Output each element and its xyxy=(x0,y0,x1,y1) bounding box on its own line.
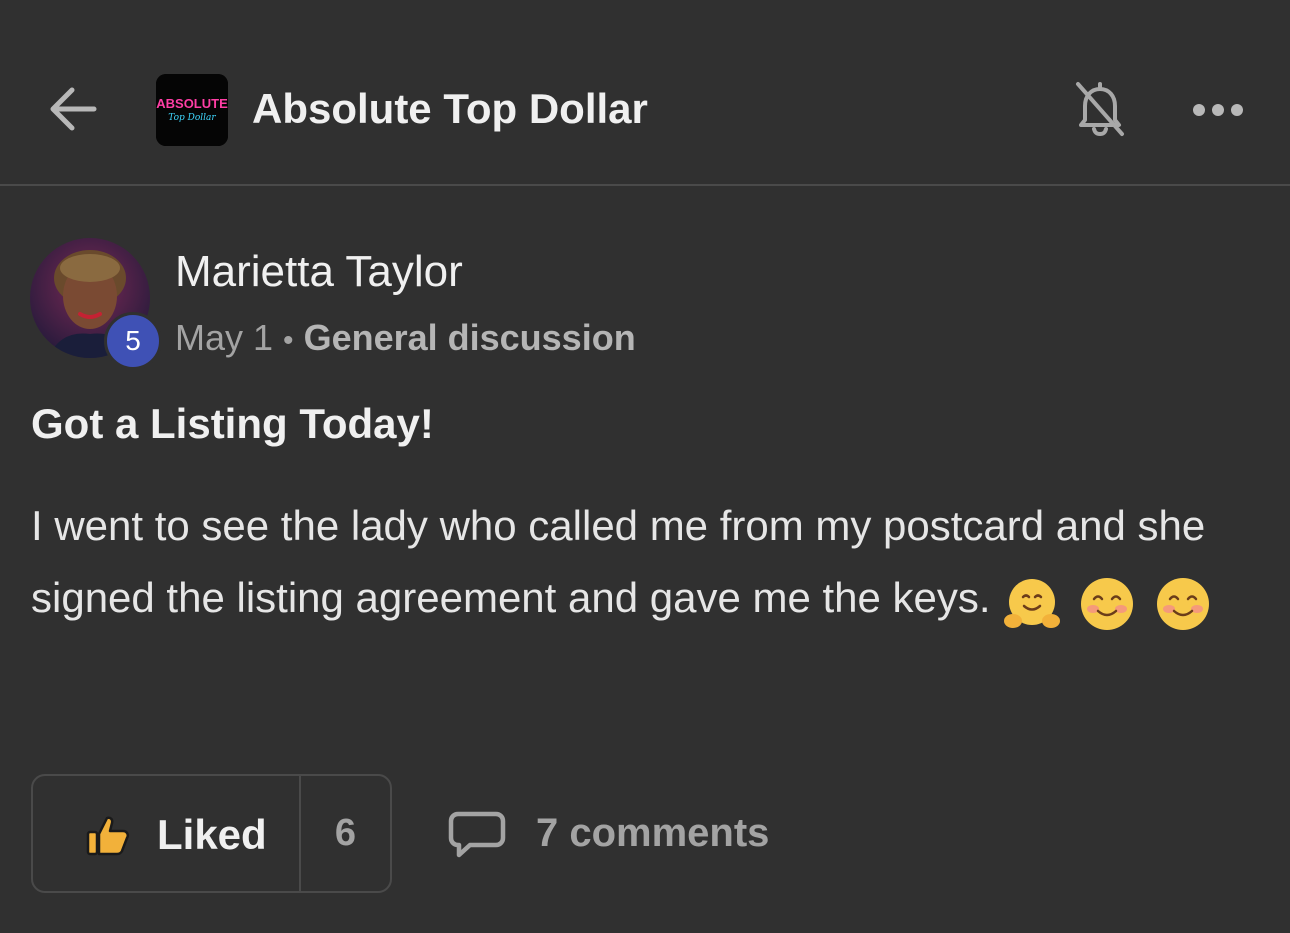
more-horizontal-icon xyxy=(1193,104,1243,116)
post-date: May 1 xyxy=(175,317,274,358)
smiling-face-emoji xyxy=(1081,577,1134,630)
comment-bubble-icon xyxy=(448,811,506,858)
level-badge: 5 xyxy=(104,312,162,370)
group-logo[interactable]: ABSOLUTE Top Dollar xyxy=(156,74,228,146)
arrow-left-icon xyxy=(50,87,97,131)
group-title[interactable]: Absolute Top Dollar xyxy=(252,84,648,134)
post-body: I went to see the lady who called me fro… xyxy=(31,490,1251,637)
like-label: Liked xyxy=(157,811,267,858)
comments-label: 7 comments xyxy=(536,811,770,855)
group-logo-image: ABSOLUTE Top Dollar xyxy=(156,74,228,146)
author-name[interactable]: Marietta Taylor xyxy=(175,246,463,298)
group-header: ABSOLUTE Top Dollar Absolute Top Dollar xyxy=(0,0,1290,186)
post-meta: May 1 • General discussion xyxy=(175,316,636,363)
logo-text-sub: Top Dollar xyxy=(168,113,216,123)
logo-text-main: ABSOLUTE xyxy=(156,96,228,111)
back-button[interactable] xyxy=(40,76,106,142)
like-button[interactable]: Liked xyxy=(33,776,299,891)
like-count[interactable]: 6 xyxy=(301,776,390,891)
emoji-row xyxy=(1003,565,1218,637)
meta-separator: • xyxy=(283,324,294,357)
smiling-face-emoji xyxy=(1156,577,1209,630)
like-control: Liked 6 xyxy=(31,774,392,893)
post-title: Got a Listing Today! xyxy=(31,400,434,447)
thumbs-up-icon xyxy=(86,816,130,856)
bell-muted-icon xyxy=(1076,82,1124,137)
post-topic[interactable]: General discussion xyxy=(304,317,636,358)
more-options-button[interactable] xyxy=(1188,88,1248,132)
hugging-face-emoji xyxy=(1003,578,1060,628)
notifications-button[interactable] xyxy=(1070,78,1130,138)
